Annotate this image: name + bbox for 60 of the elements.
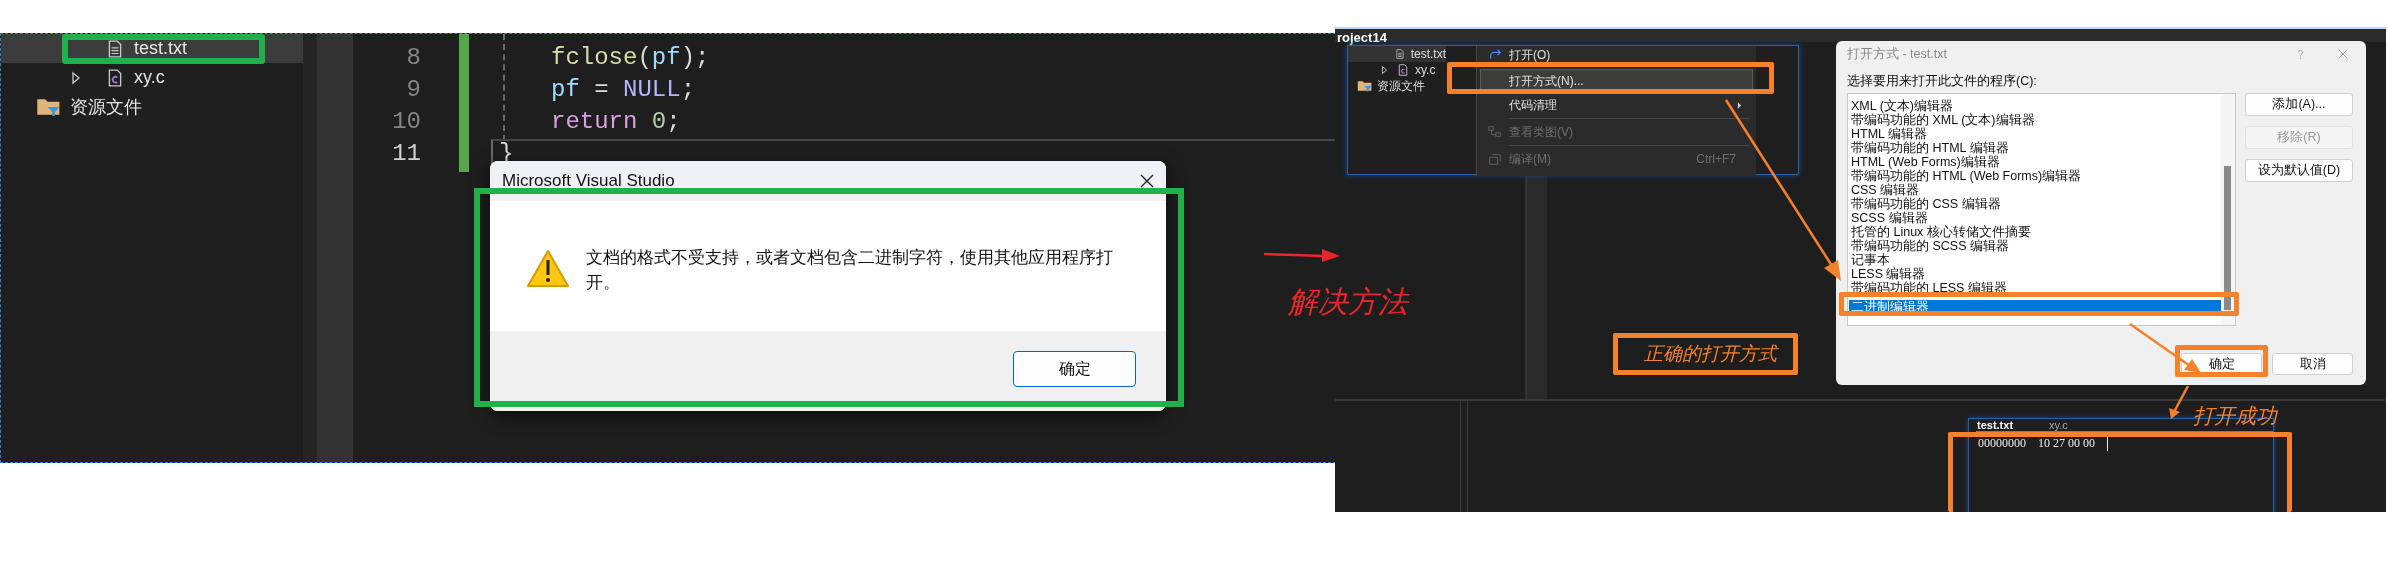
annotation-text: 正确的打开方式 (1644, 342, 1777, 366)
list-item[interactable]: 带编码功能的 HTML (Web Forms)编辑器 (1849, 169, 2221, 183)
line-number: 10 (392, 108, 421, 137)
scrollbar-thumb[interactable] (2224, 166, 2231, 310)
tree-item[interactable]: xy.c (1348, 62, 1446, 78)
compile-icon (1488, 152, 1502, 166)
project-title: roject14 (1337, 30, 1387, 45)
tree-item[interactable]: xy.c (1, 63, 303, 92)
dialog-message: 文档的格式不受支持，或者文档包含二进制字符，使用其他应用程序打开。 (586, 247, 1114, 294)
code-line: return 0; (551, 108, 681, 137)
line-number: 11 (392, 140, 421, 169)
splitter-bar[interactable] (1460, 399, 1468, 512)
prompt-label: 选择要用来打开此文件的程序(C): (1847, 73, 2038, 90)
text-file-icon (1394, 47, 1405, 61)
line-number: 8 (406, 44, 421, 73)
tree-item[interactable]: 资源文件 (1348, 78, 1446, 94)
close-icon[interactable] (1140, 174, 1154, 188)
annotation-text: 解决方法 (1288, 284, 1408, 320)
list-item[interactable]: HTML (Web Forms)编辑器 (1849, 155, 2221, 169)
c-file-icon (1397, 63, 1409, 77)
dialog-button[interactable]: 添加(A)... (2245, 93, 2353, 116)
list-item[interactable]: 记事本 (1849, 253, 2221, 267)
c-file-icon (106, 67, 124, 88)
tree-item[interactable]: 资源文件 (1, 92, 303, 121)
line-number: 9 (406, 76, 421, 105)
redo-arrow-icon (1488, 48, 1502, 62)
help-icon[interactable] (2297, 48, 2304, 60)
dialog-button[interactable]: 设为默认值(D) (2245, 159, 2353, 182)
expand-triangle-icon[interactable] (1381, 65, 1388, 75)
arrow (2168, 384, 2190, 420)
warning-icon (526, 249, 570, 289)
code-line: pf = NULL; (551, 76, 696, 105)
list-item[interactable]: 带编码功能的 SCSS 编辑器 (1849, 239, 2221, 253)
dialog-title: Microsoft Visual Studio (502, 171, 675, 191)
hex-bytes: 10 27 00 00 (2038, 436, 2095, 451)
list-item[interactable]: SCSS 编辑器 (1849, 211, 2221, 225)
document-tab[interactable]: test.txt (1977, 419, 2014, 431)
dialog-button[interactable]: 取消 (2272, 353, 2353, 375)
list-item[interactable]: 带编码功能的 CSS 编辑器 (1849, 197, 2221, 211)
text-cursor (2107, 436, 2108, 451)
expand-triangle-icon[interactable] (71, 70, 81, 85)
submenu-arrow-icon (1737, 100, 1742, 110)
list-item[interactable]: LESS 编辑器 (1849, 267, 2221, 281)
list-item[interactable]: 托管的 Linux 核心转储文件摘要 (1849, 225, 2221, 239)
document-tab[interactable]: xy.c (2049, 419, 2068, 431)
list-item[interactable]: 带编码功能的 XML (文本)编辑器 (1849, 113, 2221, 127)
diagram-icon (1488, 125, 1502, 139)
list-item[interactable]: HTML 编辑器 (1849, 127, 2221, 141)
dialog-title: 打开方式 - test.txt (1847, 45, 1948, 63)
tree-item[interactable]: test.txt (1348, 46, 1446, 62)
menu-item[interactable]: 代码清理 (1480, 93, 1753, 117)
hex-offset: 00000000 (1978, 436, 2026, 451)
list-item[interactable]: XML (文本)编辑器 (1849, 99, 2221, 113)
menu-item[interactable]: 打开(O) (1480, 46, 1753, 64)
text-file-icon (106, 38, 124, 59)
list-item[interactable]: CSS 编辑器 (1849, 183, 2221, 197)
code-line: fclose(pf); (551, 44, 710, 73)
list-item[interactable]: 带编码功能的 HTML 编辑器 (1849, 141, 2221, 155)
filter-folder-icon (1357, 79, 1373, 93)
ok-button[interactable]: 确定 (1013, 351, 1136, 387)
